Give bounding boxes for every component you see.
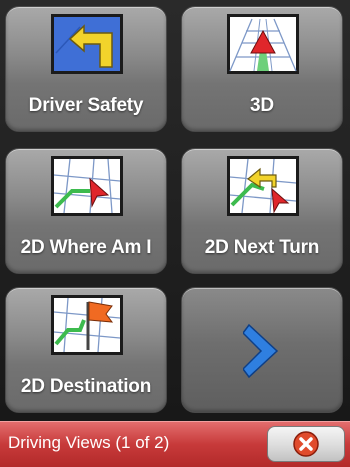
driving-views-screen: Driver Safety 3D 2D Where Am I 2D Next T… bbox=[0, 0, 350, 467]
tile-label: Driver Safety bbox=[28, 95, 144, 116]
page-title: Driving Views (1 of 2) bbox=[8, 433, 170, 452]
tile-label: 2D Where Am I bbox=[20, 237, 152, 258]
tile-label: 2D Next Turn bbox=[204, 237, 320, 258]
close-button[interactable] bbox=[267, 426, 345, 462]
2d-where-am-i-button[interactable]: 2D Where Am I bbox=[5, 148, 167, 274]
tile-label: 3D bbox=[250, 95, 274, 116]
3d-view-button[interactable]: 3D bbox=[181, 6, 343, 132]
next-page-chevron-icon bbox=[243, 323, 279, 379]
2d-next-turn-button[interactable]: 2D Next Turn bbox=[181, 148, 343, 274]
tile-label: 2D Destination bbox=[20, 376, 152, 397]
2d-map-destination-flag-icon bbox=[51, 295, 123, 355]
driver-safety-button[interactable]: Driver Safety bbox=[5, 6, 167, 132]
close-x-icon bbox=[293, 431, 319, 457]
2d-destination-button[interactable]: 2D Destination bbox=[5, 287, 167, 413]
3d-map-arrow-icon bbox=[227, 14, 299, 74]
2d-map-turn-icon bbox=[227, 156, 299, 216]
2d-map-position-icon bbox=[51, 156, 123, 216]
driver-safety-arrow-icon bbox=[51, 14, 123, 74]
next-page-button[interactable] bbox=[181, 287, 343, 413]
